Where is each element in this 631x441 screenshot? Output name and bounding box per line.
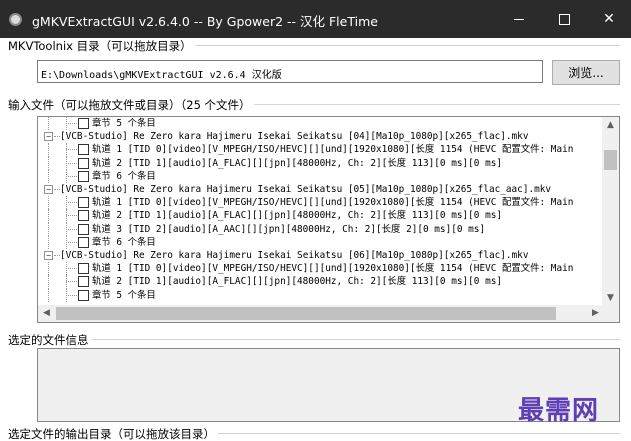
minimize-button[interactable] (496, 0, 542, 38)
track-checkbox[interactable] (78, 223, 89, 235)
track-checkbox[interactable] (78, 118, 89, 129)
tree-file-node[interactable]: − [VCB-Studio] Re Zero kara Hajimeru Isek… (38, 130, 598, 143)
track-checkbox[interactable] (78, 236, 89, 248)
tree-node-label: [VCB-Studio] Re Zero kara Hajimeru Iseka… (60, 131, 529, 143)
horizontal-scroll-thumb[interactable] (56, 307, 556, 320)
tree-chapter-node[interactable]: 章节 6 个条目 (38, 169, 598, 183)
minimize-icon (514, 18, 524, 20)
tree-guide (66, 241, 77, 243)
tree-node-label: [VCB-Studio] Re Zero kara Hajimeru Iseka… (60, 250, 529, 261)
tree-file-node[interactable]: − [VCB-Studio] Re Zero kara Hajimeru Isek… (38, 249, 598, 262)
scroll-left-icon[interactable]: ◀ (38, 305, 55, 322)
watermark: 最需网 (518, 396, 600, 426)
tree-node-label: 章节 5 个条目 (92, 289, 156, 301)
browse-button[interactable]: 浏览... (552, 60, 620, 85)
file-info-group-label: 选定的文件信息 (8, 332, 92, 348)
tree-guide (66, 294, 77, 296)
tree-node-label: 章节 5 个条目 (92, 118, 156, 129)
tree-guide (66, 202, 77, 204)
tree-node-label: 轨道 1 [TID 0][video][V_MPEGH/ISO/HEVC][][… (92, 197, 574, 209)
collapse-icon[interactable]: − (44, 185, 53, 194)
input-files-tree[interactable]: 章节 5 个条目 − [VCB-Studio] Re Zero kara Hajim… (37, 116, 620, 323)
tree-node-label: 轨道 1 [TID 0][video][V_MPEGH/ISO/HEVC][][… (92, 263, 574, 275)
tree-node-label: 轨道 2 [TID 1][audio][A_FLAC][][jpn][48000… (92, 276, 503, 288)
tree-guide (66, 268, 77, 270)
tree-guide (48, 288, 49, 302)
vertical-scroll-thumb[interactable] (604, 150, 617, 170)
tree-file-node[interactable]: − [VCB-Studio] Re Zero kara Hajimeru Isek… (38, 183, 598, 196)
tree-guide (66, 175, 77, 177)
tree-guide (48, 222, 49, 236)
tree-track-node[interactable]: 轨道 2 [TID 1][audio][A_FLAC][][jpn][48000… (38, 156, 598, 170)
track-checkbox[interactable] (78, 170, 89, 182)
tree-guide (48, 209, 49, 223)
tree-guide (48, 262, 49, 276)
tree-guide (66, 281, 77, 283)
track-checkbox[interactable] (78, 210, 89, 222)
tree-guide (66, 123, 77, 124)
vertical-scrollbar[interactable]: ▲ ▼ (602, 117, 619, 307)
track-checkbox[interactable] (78, 144, 89, 156)
close-button[interactable]: ✕ (586, 0, 631, 38)
scroll-up-icon[interactable]: ▲ (602, 117, 619, 134)
tree-guide (48, 275, 49, 289)
tree-track-node[interactable]: 轨道 2 [TID 1][audio][A_FLAC][][jpn][48000… (38, 209, 598, 223)
tree-track-node[interactable]: 轨道 3 [TID 2][audio][A_AAC][][jpn][48000H… (38, 222, 598, 236)
close-icon: ✕ (603, 11, 615, 27)
tree-guide (48, 169, 49, 183)
tree-node-label: 轨道 3 [TID 2][audio][A_AAC][][jpn][48000H… (92, 223, 486, 235)
track-checkbox[interactable] (78, 263, 89, 275)
title-bar: gMKVExtractGUI v2.6.4.0 -- By Gpower2 --… (0, 0, 631, 38)
tree-guide (48, 156, 49, 170)
tree-guide (66, 162, 77, 164)
maximize-button[interactable] (541, 0, 587, 38)
track-checkbox[interactable] (78, 289, 89, 301)
tree-guide (48, 143, 49, 157)
collapse-icon[interactable]: − (44, 132, 53, 142)
tree-chapter-node[interactable]: 章节 5 个条目 (38, 288, 598, 302)
tree-node-label: 章节 6 个条目 (92, 236, 156, 248)
maximize-icon (558, 13, 570, 25)
mkvtoolnix-path-field[interactable]: E:\Downloads\gMKVExtractGUI v2.6.4 汉化版 (37, 60, 543, 83)
track-checkbox[interactable] (78, 197, 89, 209)
tree-guide (66, 149, 77, 151)
mkvtoolnix-group-label: MKVToolnix 目录（可以拖放目录） (8, 38, 195, 54)
app-icon (9, 13, 22, 26)
tree-node-label: 轨道 2 [TID 1][audio][A_FLAC][][jpn][48000… (92, 210, 503, 222)
tree-node-label: [VCB-Studio] Re Zero kara Hajimeru Iseka… (60, 184, 552, 195)
tree-node-label: 轨道 2 [TID 1][audio][A_FLAC][][jpn][48000… (92, 157, 503, 169)
input-files-group-label: 输入文件（可以拖放文件或目录）（25 个文件） (8, 97, 254, 113)
track-checkbox[interactable] (78, 276, 89, 288)
tree-guide (48, 196, 49, 210)
tree-guide (66, 228, 77, 230)
tree-guide (48, 117, 49, 131)
track-checkbox[interactable] (78, 157, 89, 169)
tree-chapter-node[interactable]: 章节 6 个条目 (38, 235, 598, 249)
horizontal-scrollbar[interactable]: ◀ ▶ (38, 305, 604, 322)
tree-track-node[interactable]: 轨道 1 [TID 0][video][V_MPEGH/ISO/HEVC][][… (38, 196, 598, 210)
tree-track-node[interactable]: 轨道 1 [TID 0][video][V_MPEGH/ISO/HEVC][][… (38, 262, 598, 276)
tree-chapter-node[interactable]: 章节 5 个条目 (38, 117, 598, 131)
scroll-corner (602, 305, 619, 322)
window-title: gMKVExtractGUI v2.6.4.0 -- By Gpower2 --… (32, 14, 378, 29)
tree-node-label: 轨道 1 [TID 0][video][V_MPEGH/ISO/HEVC][][… (92, 144, 574, 156)
file-info-group-border (8, 339, 620, 340)
output-dir-group-label: 选定文件的输出目录（可以拖放该目录） (8, 426, 218, 441)
collapse-icon[interactable]: − (44, 251, 53, 260)
tree-guide (66, 215, 77, 217)
tree-guide (48, 235, 49, 249)
tree-node-label: 章节 6 个条目 (92, 170, 156, 182)
tree-track-node[interactable]: 轨道 2 [TID 1][audio][A_FLAC][][jpn][48000… (38, 275, 598, 289)
tree-track-node[interactable]: 轨道 1 [TID 0][video][V_MPEGH/ISO/HEVC][][… (38, 143, 598, 157)
